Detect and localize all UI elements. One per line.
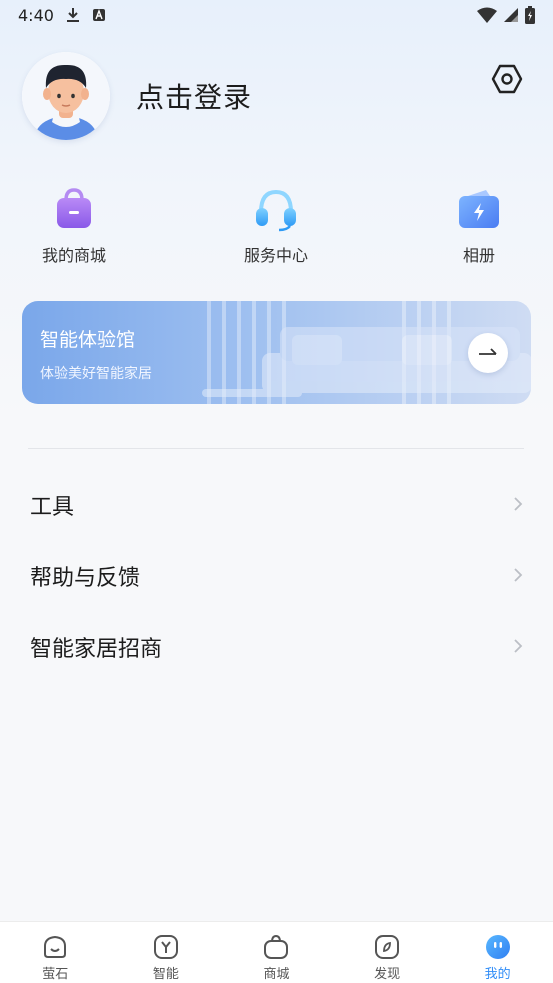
smart-experience-banner[interactable]: 智能体验馆 体验美好智能家居 [22, 301, 531, 404]
wifi-icon [477, 7, 497, 23]
chevron-right-icon [513, 635, 523, 659]
album-icon [456, 186, 502, 232]
bottom-navigation: 萤石 智能 商城 发现 我的 [0, 921, 553, 983]
download-icon [66, 7, 80, 23]
menu-item-label: 工具 [30, 495, 75, 520]
banner-subtitle: 体验美好智能家居 [40, 366, 152, 382]
quick-link-label: 相册 [462, 246, 495, 265]
shopping-bag-icon [51, 186, 97, 232]
nav-tab-smart[interactable]: 智能 [111, 922, 222, 983]
avatar[interactable] [22, 52, 110, 140]
banner-illustration [202, 301, 531, 404]
divider [28, 448, 524, 449]
banner-title: 智能体验馆 [40, 329, 136, 351]
quick-link-mall[interactable]: 我的商城 [24, 186, 124, 266]
quick-link-label: 服务中心 [243, 246, 308, 265]
profile-section[interactable]: 点击登录 [22, 52, 252, 140]
login-prompt[interactable]: 点击登录 [136, 76, 252, 116]
nav-label: 商城 [263, 967, 290, 982]
arrow-right-icon [479, 348, 497, 355]
menu-item-tools[interactable]: 工具 [0, 475, 553, 535]
menu-item-label: 智能家居招商 [30, 637, 163, 662]
nav-tab-discover[interactable]: 发现 [332, 922, 443, 983]
profile-icon [485, 935, 510, 959]
app-notification-icon [92, 8, 106, 22]
quick-links: 我的商城 服务中心 相册 [0, 186, 553, 266]
chevron-right-icon [513, 564, 523, 588]
status-bar: 4:40 [0, 0, 553, 30]
menu-item-help-feedback[interactable]: 帮助与反馈 [0, 546, 553, 606]
quick-link-service[interactable]: 服务中心 [226, 186, 326, 266]
battery-icon [525, 6, 535, 24]
chevron-right-icon [513, 493, 523, 517]
quick-link-album[interactable]: 相册 [429, 186, 529, 266]
menu-item-label: 帮助与反馈 [30, 566, 141, 591]
menu-item-smart-home-partner[interactable]: 智能家居招商 [0, 617, 553, 677]
home-icon [44, 935, 67, 958]
status-time: 4:40 [18, 5, 54, 25]
nav-label: 萤石 [42, 967, 69, 982]
smart-icon [153, 935, 178, 959]
nav-label: 发现 [374, 967, 401, 982]
banner-arrow-button[interactable] [468, 333, 508, 373]
discover-icon [375, 935, 400, 959]
nav-tab-profile[interactable]: 我的 [442, 922, 553, 983]
quick-link-label: 我的商城 [41, 246, 106, 265]
nav-label: 智能 [152, 967, 179, 982]
nav-tab-home[interactable]: 萤石 [0, 922, 111, 983]
settings-button[interactable] [490, 62, 524, 96]
nav-label: 我的 [484, 967, 511, 982]
signal-icon [503, 7, 519, 23]
mall-icon [264, 934, 289, 959]
headset-icon [253, 186, 299, 232]
nav-tab-mall[interactable]: 商城 [221, 922, 332, 983]
settings-icon [491, 64, 523, 94]
